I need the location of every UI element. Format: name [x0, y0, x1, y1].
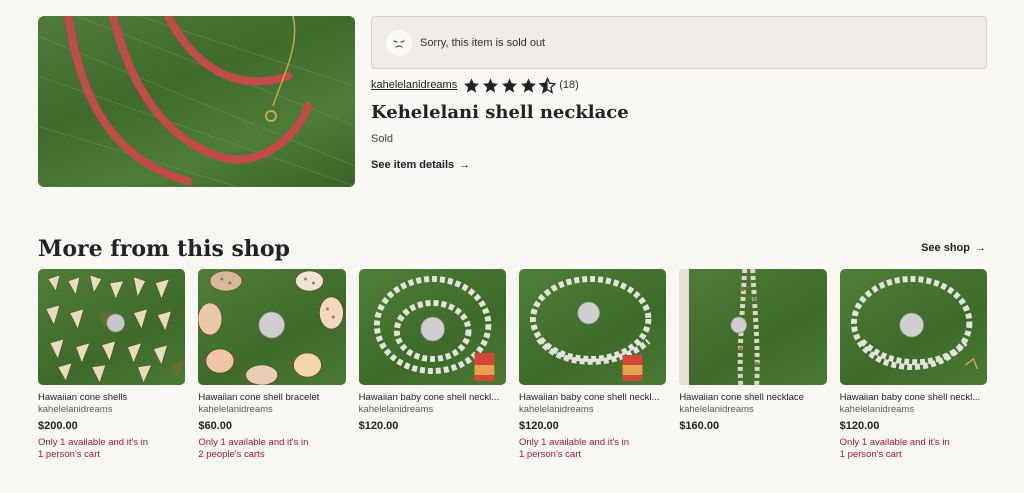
availability-note: Only 1 available and it's in 2 people's …: [198, 437, 345, 461]
star-icon: [501, 77, 518, 94]
product-card[interactable]: Hawaiian baby cone shell neckl... kahele…: [839, 269, 987, 461]
product-price: $120.00: [518, 420, 559, 432]
product-image[interactable]: [839, 269, 987, 385]
product-card[interactable]: Hawaiian cone shells kahelelanidreams $2…: [38, 269, 186, 461]
product-card[interactable]: Hawaiian cone shell necklace kahelelanid…: [679, 269, 827, 461]
see-shop-label: See shop: [921, 242, 970, 254]
availability-line-2: 1 person's cart: [38, 449, 101, 460]
product-shop-name: kahelelanidreams: [38, 404, 113, 415]
product-card[interactable]: Hawaiian cone shell bracelet kahelelanid…: [198, 269, 346, 461]
availability-line-2: 2 people's carts: [198, 449, 265, 460]
sold-status: Sold: [371, 133, 394, 145]
product-title[interactable]: Hawaiian baby cone shell neckl...: [519, 392, 666, 403]
listing-image[interactable]: [38, 16, 355, 187]
more-from-shop-heading: More from this shop: [38, 236, 290, 262]
availability-line-1: Only 1 available and it's in: [198, 437, 309, 448]
availability-note: Only 1 available and it's in 1 person's …: [38, 437, 185, 461]
product-image[interactable]: [38, 269, 186, 385]
review-count[interactable]: (18): [559, 79, 579, 91]
product-shop-name: kahelelanidreams: [358, 404, 434, 415]
availability-line-2: 1 person's cart: [518, 449, 581, 460]
availability-line-2: 1 person's cart: [839, 449, 902, 460]
availability-note: Only 1 available and it's in 1 person's …: [519, 437, 666, 461]
sold-out-message: Sorry, this item is sold out: [420, 36, 546, 49]
star-icon: [463, 77, 480, 94]
product-price: $120.00: [358, 420, 399, 432]
star-icon: [520, 77, 537, 94]
product-title[interactable]: Hawaiian cone shells: [38, 392, 185, 403]
product-title[interactable]: Hawaiian cone shell bracelet: [198, 392, 345, 403]
shop-items-row: Hawaiian cone shells kahelelanidreams $2…: [38, 269, 987, 461]
item-title: Kehelelani shell necklace: [371, 102, 629, 123]
product-shop-name: kahelelanidreams: [198, 404, 273, 415]
product-price: $60.00: [198, 420, 232, 432]
shop-rating-row: kahelelanidreams (18): [371, 76, 579, 94]
availability-line-1: Only 1 available and it's in: [38, 437, 149, 448]
star-rating: [463, 76, 557, 94]
availability-line-1: Only 1 available and it's in: [839, 437, 950, 448]
sold-out-banner: Sorry, this item is sold out: [371, 16, 987, 69]
product-title[interactable]: Hawaiian baby cone shell neckl...: [840, 392, 987, 403]
product-price: $200.00: [38, 420, 78, 432]
product-title[interactable]: Hawaiian baby cone shell neckl...: [359, 392, 506, 403]
availability-line-1: Only 1 available and it's in: [518, 437, 630, 448]
product-title[interactable]: Hawaiian cone shell necklace: [679, 392, 826, 403]
product-image[interactable]: [518, 269, 667, 385]
product-image[interactable]: [198, 269, 346, 385]
star-icon: [482, 77, 499, 94]
product-image[interactable]: [358, 269, 506, 385]
product-image[interactable]: [679, 269, 827, 385]
product-shop-name: kahelelanidreams: [518, 404, 594, 415]
half-star-icon: [539, 76, 557, 94]
see-shop-link[interactable]: See shop →: [921, 242, 986, 254]
product-shop-name: kahelelanidreams: [839, 404, 915, 415]
shop-name-link[interactable]: kahelelanidreams: [371, 79, 457, 91]
product-price: $160.00: [679, 420, 720, 432]
arrow-right-icon: →: [459, 159, 471, 171]
arrow-right-icon: →: [975, 242, 986, 254]
product-shop-name: kahelelanidreams: [679, 404, 754, 415]
availability-note: Only 1 available and it's in 1 person's …: [840, 437, 987, 461]
see-item-details-link[interactable]: See item details →: [371, 159, 470, 171]
see-item-details-label: See item details: [371, 159, 455, 171]
product-price: $120.00: [839, 420, 880, 432]
sad-face-icon: [386, 29, 412, 56]
product-card[interactable]: Hawaiian baby cone shell neckl... kahele…: [518, 269, 667, 461]
product-card[interactable]: Hawaiian baby cone shell neckl... kahele…: [358, 269, 506, 461]
